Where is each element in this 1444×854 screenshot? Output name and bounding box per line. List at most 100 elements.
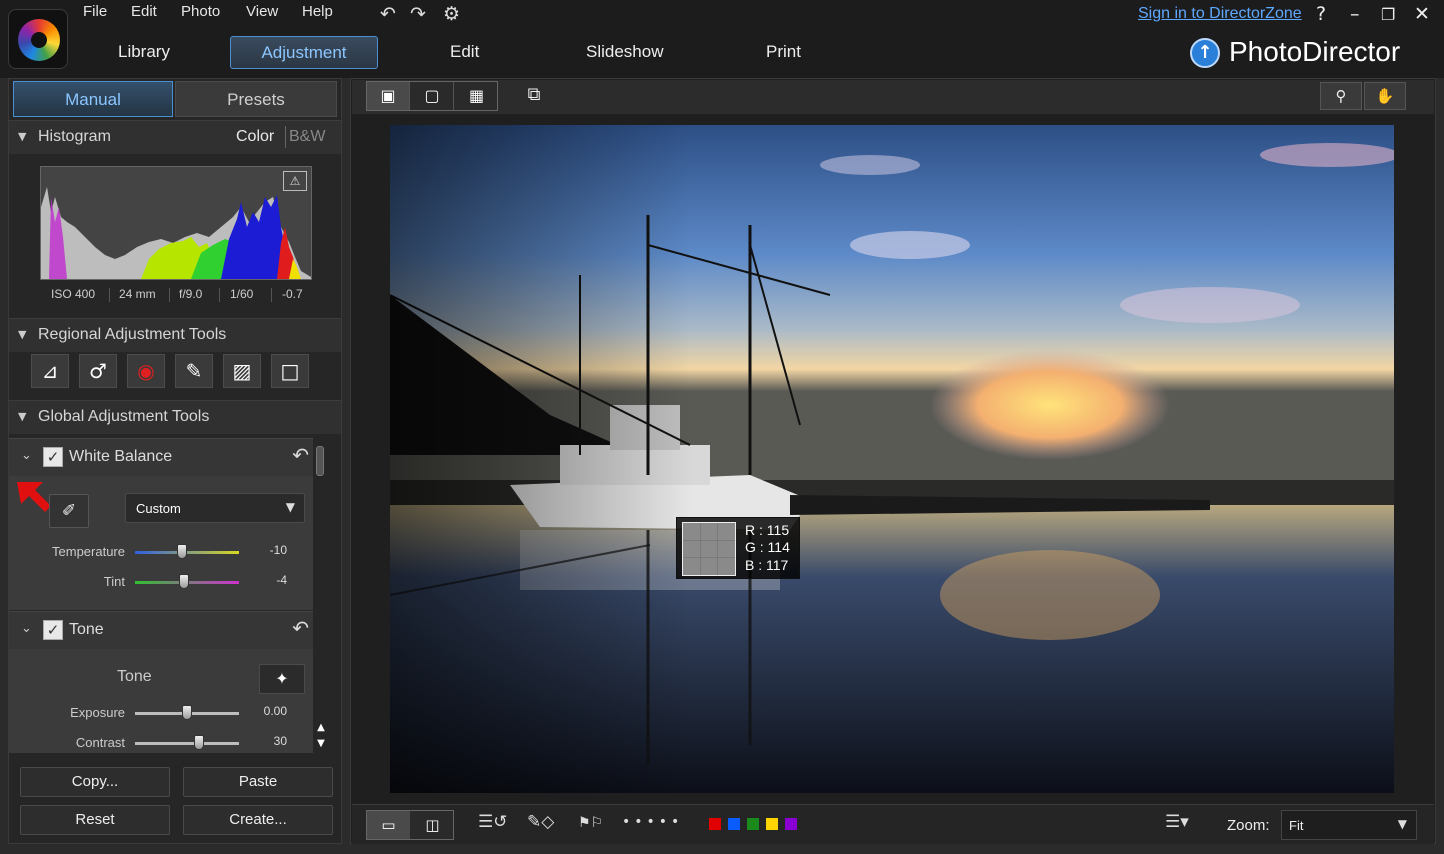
zoom-tool-icon[interactable]: ⚲ [1320, 82, 1362, 110]
chevron-down-icon[interactable]: ⌄ [21, 621, 32, 636]
color-label-green[interactable] [747, 818, 759, 830]
tab-print[interactable]: Print [766, 42, 801, 62]
flag-icon[interactable]: ⚑⚐ [578, 815, 603, 831]
histogram-graph [41, 187, 311, 279]
menu-file[interactable]: File [83, 3, 107, 20]
color-label-yellow[interactable] [766, 818, 778, 830]
side-by-side-icon[interactable]: ◫ [411, 811, 454, 839]
scrollbar-thumb[interactable] [316, 446, 324, 476]
tab-slideshow[interactable]: Slideshow [586, 42, 664, 62]
close-icon[interactable]: ✕ [1414, 3, 1430, 25]
chevron-down-icon: ▼ [285, 500, 295, 514]
copy-button[interactable]: Copy... [20, 767, 170, 797]
contrast-slider[interactable] [135, 735, 239, 750]
redo-icon[interactable]: ↷ [410, 3, 426, 25]
crop-icon[interactable]: ⊿ [31, 354, 69, 388]
scroll-down-icon[interactable]: ▼ [315, 738, 327, 749]
radial-icon[interactable]: □ [271, 354, 309, 388]
contrast-slider-thumb[interactable] [194, 735, 205, 750]
panel-scrollbar[interactable]: ▲ ▼ [315, 440, 327, 749]
temperature-slider[interactable] [135, 544, 239, 559]
menu-photo[interactable]: Photo [181, 3, 220, 20]
spot-removal-icon[interactable]: ♂ [79, 354, 117, 388]
settings-gear-icon[interactable]: ⚙ [443, 3, 460, 25]
star-rating-dots[interactable]: ••••• [622, 814, 683, 830]
color-label-purple[interactable] [785, 818, 797, 830]
exposure-value: 0.00 [263, 704, 287, 718]
temperature-value: -10 [269, 543, 287, 557]
viewer-bottom-toolbar [352, 804, 1434, 844]
tab-manual[interactable]: Manual [13, 81, 173, 117]
exif-shutter: 1/60 [230, 287, 254, 301]
menu-edit[interactable]: Edit [131, 3, 157, 20]
tab-edit[interactable]: Edit [450, 42, 479, 62]
photo-canvas[interactable] [390, 125, 1394, 793]
rotate-list-icon[interactable]: ☰↺ [478, 812, 507, 832]
single-photo-icon[interactable]: ▭ [367, 811, 410, 839]
tint-slider[interactable] [135, 574, 239, 589]
white-balance-body: ✐ Custom ▼ Temperature -10 Tint -4 [9, 476, 313, 610]
toolbar-options-icon[interactable]: ☰▾ [1165, 812, 1189, 832]
tab-library[interactable]: Library [118, 42, 170, 62]
undo-icon[interactable]: ↶ [380, 3, 396, 25]
exposure-slider[interactable] [135, 705, 239, 720]
collapse-triangle-icon[interactable]: ▼ [18, 328, 26, 341]
eyedropper-icon[interactable]: ✐ [49, 494, 89, 528]
collapse-triangle-icon[interactable]: ▼ [18, 130, 26, 143]
zoom-value: Fit [1289, 818, 1304, 833]
regional-tools-header[interactable]: ▼ Regional Adjustment Tools [9, 318, 341, 352]
exposure-slider-thumb[interactable] [182, 705, 192, 720]
tone-checkbox[interactable]: ✓ [43, 620, 63, 640]
reset-undo-icon[interactable]: ↶ [292, 616, 309, 640]
exif-info: ISO 400 24 mm f/9.0 1/60 -0.7 [41, 287, 321, 303]
create-button[interactable]: Create... [183, 805, 333, 835]
exposure-label: Exposure [70, 705, 125, 720]
auto-tone-wand-icon[interactable]: ✦ [259, 664, 305, 694]
scroll-up-icon[interactable]: ▲ [315, 722, 327, 733]
white-balance-header[interactable]: ⌄ ✓ White Balance ↶ [9, 438, 313, 476]
restore-icon[interactable]: ❐ [1381, 5, 1395, 24]
tone-header[interactable]: ⌄ ✓ Tone ↶ [9, 611, 313, 649]
histogram-color-toggle[interactable]: Color [236, 128, 274, 146]
brand-upload-icon: ↑ [1190, 38, 1220, 68]
chevron-down-icon[interactable]: ⌄ [21, 448, 32, 463]
white-balance-preset-dropdown[interactable]: Custom ▼ [125, 493, 305, 523]
temperature-slider-thumb[interactable] [176, 544, 187, 559]
grid-view-icon[interactable]: ▦ [455, 82, 498, 110]
brush-icon[interactable]: ✎ [175, 354, 213, 388]
histogram-bw-toggle[interactable]: B&W [289, 128, 325, 146]
gradient-icon[interactable]: ▨ [223, 354, 261, 388]
paste-button[interactable]: Paste [183, 767, 333, 797]
regional-tools-row: ⊿ ♂ ◉ ✎ ▨ □ [31, 354, 321, 390]
pixel-sample-grid [682, 522, 736, 576]
clipping-warning-icon[interactable]: ⚠ [283, 171, 307, 191]
menu-view[interactable]: View [246, 3, 278, 20]
minimize-icon[interactable]: – [1350, 3, 1360, 25]
reset-undo-icon[interactable]: ↶ [292, 443, 309, 467]
help-icon[interactable]: ? [1316, 3, 1326, 25]
tint-slider-thumb[interactable] [178, 574, 189, 589]
single-view-icon[interactable]: ▢ [411, 82, 454, 110]
white-balance-checkbox[interactable]: ✓ [43, 447, 63, 467]
sign-in-link[interactable]: Sign in to DirectorZone [1138, 5, 1302, 23]
tab-adjustment[interactable]: Adjustment [230, 36, 378, 69]
exif-focal-length: 24 mm [119, 287, 156, 301]
collapse-triangle-icon[interactable]: ▼ [18, 410, 26, 423]
app-logo-icon[interactable] [8, 9, 68, 69]
hand-tool-icon[interactable]: ✋ [1364, 82, 1406, 110]
tint-value: -4 [276, 573, 287, 587]
tab-presets[interactable]: Presets [175, 81, 337, 117]
color-label-red[interactable] [709, 818, 721, 830]
before-after-view-icon[interactable]: ▣ [367, 82, 410, 110]
reset-button[interactable]: Reset [20, 805, 170, 835]
menu-help[interactable]: Help [302, 3, 333, 20]
red-eye-icon[interactable]: ◉ [127, 354, 165, 388]
regional-tools-title: Regional Adjustment Tools [38, 326, 227, 343]
compare-view-icon[interactable]: ⧉ [514, 82, 554, 110]
global-tools-header[interactable]: ▼ Global Adjustment Tools [9, 400, 341, 434]
histogram-header[interactable]: ▼ Histogram Color B&W [9, 120, 341, 154]
tone-body: Tone ✦ Exposure 0.00 Contrast 30 [9, 649, 313, 753]
rating-edit-icon[interactable]: ✎◇ [527, 812, 554, 832]
zoom-dropdown[interactable]: Fit ▼ [1281, 810, 1417, 840]
color-label-blue[interactable] [728, 818, 740, 830]
